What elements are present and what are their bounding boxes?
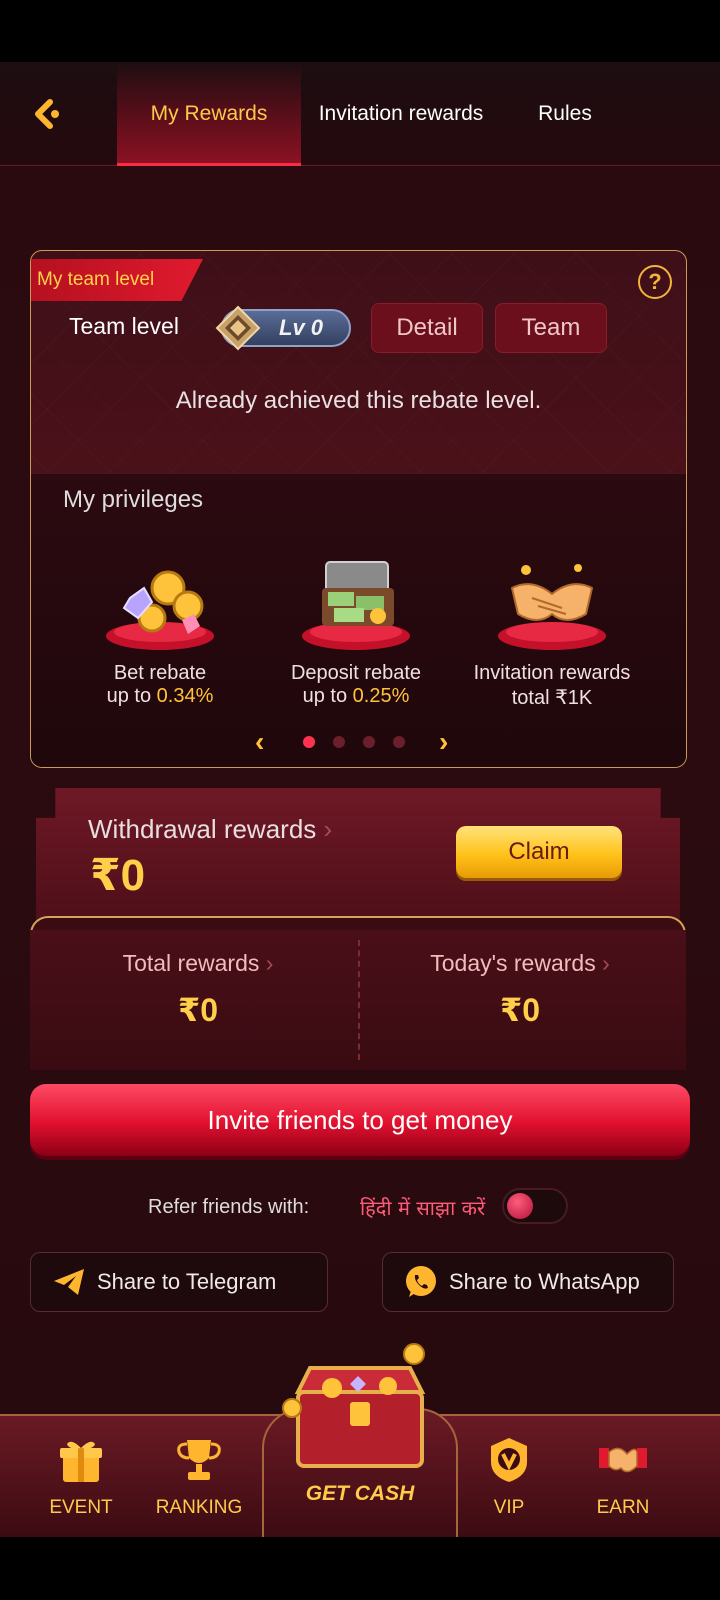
toggle-knob <box>507 1193 533 1219</box>
todays-rewards[interactable]: Today's rewards › ₹0 <box>360 950 680 1029</box>
level-badge: Lv 0 <box>215 305 351 351</box>
nav-label: EVENT <box>49 1497 113 1518</box>
privileges-section: My privileges Bet rebate up to 0.34% Dep… <box>31 473 686 767</box>
treasure-chest-icon <box>282 1343 426 1468</box>
nav-event[interactable]: EVENT <box>26 1434 136 1519</box>
withdrawal-rewards-panel: Withdrawal rewards › ₹0 Claim <box>36 788 680 924</box>
hindi-share-toggle[interactable] <box>502 1188 568 1224</box>
status-bar <box>0 0 720 62</box>
chevron-left-icon[interactable]: ‹ <box>255 726 264 758</box>
tab-label: Invitation rewards <box>318 102 484 125</box>
withdrawal-title[interactable]: Withdrawal rewards › <box>88 814 332 845</box>
coins-gems-icon <box>90 548 230 658</box>
chevron-right-icon[interactable]: › <box>439 726 448 758</box>
todays-rewards-label-row: Today's rewards › <box>360 950 680 977</box>
tab-label: My Rewards <box>150 102 268 125</box>
privilege-invitation-rewards: Invitation rewards total ₹1K <box>457 548 647 710</box>
get-cash-label: GET CASH <box>305 1482 415 1505</box>
tab-label: Rules <box>538 102 592 125</box>
privilege-bet-rebate: Bet rebate up to 0.34% <box>65 548 255 708</box>
todays-rewards-value: ₹0 <box>499 992 541 1028</box>
refer-language-row: Refer friends with: हिंदी में साझा करें <box>0 1188 720 1228</box>
nav-earn[interactable]: EARN <box>568 1434 678 1519</box>
carousel-dot[interactable] <box>333 736 345 748</box>
tab-my-rewards[interactable]: My Rewards <box>117 62 301 166</box>
level-gem-icon <box>215 305 261 351</box>
share-telegram-button[interactable]: Share to Telegram <box>30 1252 328 1312</box>
team-level-ribbon: My team level <box>31 259 203 301</box>
privilege-title: Bet rebate <box>113 662 207 684</box>
privilege-prefix: total <box>511 687 556 709</box>
share-whatsapp-button[interactable]: Share to WhatsApp <box>382 1252 674 1312</box>
claim-button[interactable]: Claim <box>456 826 622 878</box>
refer-label: Refer friends with: <box>148 1196 310 1218</box>
handshake-icon <box>599 1447 647 1473</box>
cash-briefcase-icon <box>286 548 426 658</box>
team-level-card: My team level ? Team level Lv 0 Detail T… <box>30 250 687 768</box>
withdrawal-title-text: Withdrawal rewards <box>88 814 317 844</box>
carousel-dot[interactable] <box>363 736 375 748</box>
total-rewards-label: Total rewards <box>122 950 260 976</box>
nav-ranking[interactable]: RANKING <box>144 1434 254 1519</box>
refer-language-label: हिंदी में साझा करें <box>360 1196 486 1220</box>
privileges-title: My privileges <box>63 486 204 513</box>
total-rewards-label-row: Total rewards › <box>38 950 358 977</box>
privilege-value: 0.34% <box>156 685 214 707</box>
total-rewards-value: ₹0 <box>177 992 219 1028</box>
total-rewards[interactable]: Total rewards › ₹0 <box>38 950 358 1029</box>
detail-button[interactable]: Detail <box>371 303 483 353</box>
help-icon[interactable]: ? <box>638 265 672 299</box>
telegram-icon <box>54 1269 84 1295</box>
level-badge-text: Lv 0 <box>279 315 324 340</box>
carousel-dot[interactable] <box>303 736 315 748</box>
privilege-deposit-rebate: Deposit rebate up to 0.25% <box>261 548 451 708</box>
chevron-right-icon: › <box>323 814 333 844</box>
privilege-value-row: total ₹1K <box>457 685 647 710</box>
handshake-icon <box>482 548 622 658</box>
privilege-value-row: up to 0.25% <box>261 685 451 708</box>
rewards-screen: My Rewards Invitation rewards Rules My t… <box>0 62 720 1537</box>
nav-label: VIP <box>493 1497 525 1518</box>
privileges-carousel-nav: ‹ › <box>31 726 686 757</box>
tab-rules[interactable]: Rules <box>490 62 640 166</box>
whatsapp-icon <box>406 1266 436 1297</box>
todays-rewards-label: Today's rewards <box>430 950 596 976</box>
header-tabs: My Rewards Invitation rewards Rules <box>0 62 720 166</box>
tab-invitation-rewards[interactable]: Invitation rewards <box>318 62 484 166</box>
nav-label: RANKING <box>155 1497 243 1518</box>
share-whatsapp-label: Share to WhatsApp <box>449 1269 640 1294</box>
chevron-right-icon: › <box>265 950 274 976</box>
nav-vip[interactable]: VIP <box>454 1434 564 1519</box>
withdrawal-amount: ₹0 <box>90 851 146 900</box>
gift-icon <box>60 1441 102 1482</box>
carousel-dot[interactable] <box>393 736 405 748</box>
privilege-value: 0.25% <box>352 685 410 707</box>
invite-friends-button[interactable]: Invite friends to get money <box>30 1084 690 1156</box>
privilege-title: Invitation rewards <box>473 662 631 684</box>
vip-shield-icon <box>491 1438 527 1482</box>
rebate-status-text: Already achieved this rebate level. <box>175 387 542 414</box>
privilege-title: Deposit rebate <box>290 662 422 684</box>
back-arrow-icon <box>35 99 59 129</box>
nav-label: EARN <box>596 1497 650 1518</box>
system-nav-bar <box>0 1537 720 1600</box>
chevron-right-icon: › <box>602 950 610 976</box>
share-telegram-label: Share to Telegram <box>97 1269 277 1294</box>
privilege-value-row: up to 0.34% <box>65 685 255 708</box>
privilege-value: ₹1K <box>555 687 593 709</box>
privilege-prefix: up to <box>106 685 157 707</box>
back-button[interactable] <box>28 94 68 134</box>
privilege-prefix: up to <box>302 685 353 707</box>
rewards-summary: Total rewards › ₹0 Today's rewards › ₹0 <box>30 930 686 1070</box>
trophy-icon <box>177 1440 221 1480</box>
team-button[interactable]: Team <box>495 303 607 353</box>
team-level-label: Team level <box>69 313 179 339</box>
